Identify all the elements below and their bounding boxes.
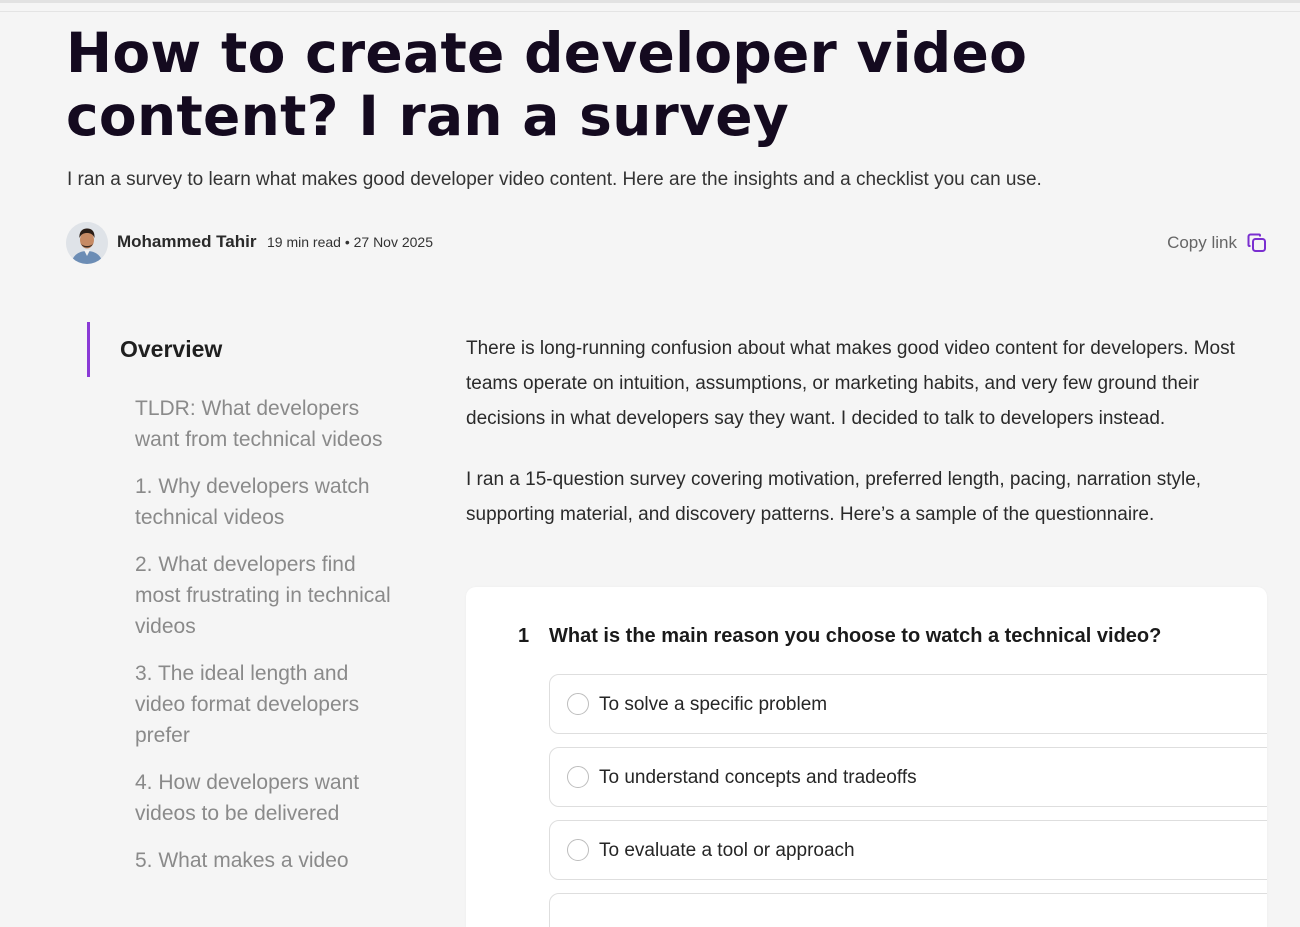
table-of-contents: Overview TLDR: What developers want from… (87, 322, 397, 922)
radio-button[interactable] (567, 839, 589, 861)
question-number: 1 (518, 625, 530, 647)
option-label: To evaluate a tool or approach (599, 840, 855, 861)
copy-icon (1246, 232, 1268, 254)
toc-item-delivery[interactable]: 4. How developers want videos to be deli… (135, 767, 392, 829)
toc-item-overview[interactable]: Overview (87, 322, 397, 377)
option-label: To solve a specific problem (599, 694, 828, 715)
radio-button[interactable] (567, 693, 589, 715)
toc-item-ideal-length[interactable]: 3. The ideal length and video format dev… (135, 658, 392, 751)
survey-option-solve-problem[interactable]: To solve a specific problem (549, 674, 1267, 734)
copy-link-button[interactable]: Copy link (1167, 230, 1268, 256)
author-row: Mohammed Tahir 19 min read • 27 Nov 2025… (66, 222, 1268, 264)
article-title: How to create developer video content? I… (66, 21, 1028, 148)
toc-item-tldr[interactable]: TLDR: What developers want from technica… (135, 393, 392, 455)
author-avatar (66, 222, 108, 264)
toc-item-frustrating[interactable]: 2. What developers find most frustrating… (135, 549, 392, 642)
article-body: There is long-running confusion about wh… (466, 331, 1266, 558)
survey-card: 1 What is the main reason you choose to … (466, 587, 1267, 927)
survey-paragraph: I ran a 15-question survey covering moti… (466, 469, 1202, 525)
survey-option-understand-concepts[interactable]: To understand concepts and tradeoffs (549, 747, 1267, 807)
article-subtitle: I ran a survey to learn what makes good … (67, 169, 1042, 190)
browser-top-rule (0, 0, 1300, 12)
read-time-and-date: 19 min read • 27 Nov 2025 (267, 234, 434, 250)
author-name[interactable]: Mohammed Tahir (117, 232, 256, 252)
toc-item-what-makes[interactable]: 5. What makes a video (135, 845, 392, 876)
survey-option-partial[interactable] (549, 893, 1267, 927)
toc-list: TLDR: What developers want from technica… (87, 393, 392, 876)
intro-paragraph: There is long-running confusion about wh… (466, 338, 1235, 429)
radio-button[interactable] (567, 766, 589, 788)
toc-item-why-watch[interactable]: 1. Why developers watch technical videos (135, 471, 392, 533)
question-text: What is the main reason you choose to wa… (549, 625, 1162, 647)
survey-option-evaluate-tool[interactable]: To evaluate a tool or approach (549, 820, 1267, 880)
option-label: To understand concepts and tradeoffs (599, 767, 917, 788)
copy-link-label: Copy link (1167, 233, 1237, 252)
